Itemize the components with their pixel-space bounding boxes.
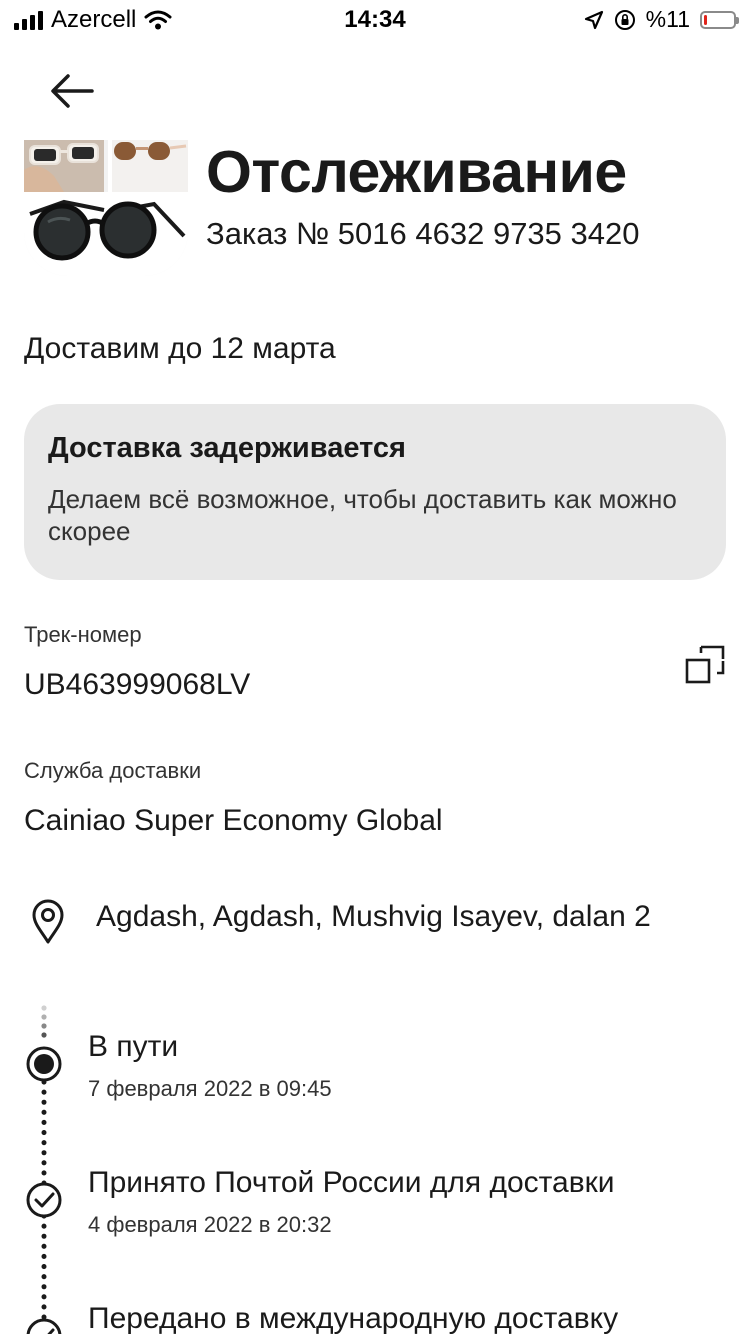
battery-percent: %11 [645,6,690,32]
sunglasses-image [24,140,188,276]
location-pin-icon [32,899,64,944]
status-bar-right: %11 [584,6,739,33]
tracking-timeline: В пути 7 февраля 2022 в 09:45 Принято По… [0,990,750,1335]
copy-button[interactable] [684,644,726,686]
battery-icon [700,10,739,29]
carrier-name-value: Cainiao Super Economy Global [24,804,443,837]
event-title: Принято Почтой России для доставки [88,1166,615,1199]
event-date: 7 февраля 2022 в 09:45 [88,1076,332,1101]
address-text: Agdash, Agdash, Mushvig Isayev, dalan 2 [96,900,651,933]
timeline-marker-current [26,1046,62,1082]
back-button[interactable] [44,68,100,114]
status-bar: Azercell 14:34 %11 [0,0,750,42]
tracking-number[interactable]: UB463999068LV [24,668,250,702]
location-arrow-icon [584,10,603,29]
tracking-label: Трек-номер [24,622,142,647]
page-title: Отслеживание [206,139,627,205]
order-number: Заказ № 5016 4632 9735 3420 [206,216,640,251]
orientation-lock-icon [614,9,635,30]
battery-level [704,14,707,25]
copy-icon [685,645,725,684]
delay-notice-title: Доставка задерживается [48,432,406,464]
timeline-track [26,1005,62,1334]
product-image[interactable] [24,140,188,276]
delay-notice-text: Делаем всё возможное, чтобы доставить ка… [48,484,677,546]
delay-notice-card: Доставка задерживается Делаем всё возмож… [24,404,726,580]
delivery-estimate: Доставим до 12 марта [24,332,336,365]
check-circle-icon [26,1182,62,1218]
event-date: 4 февраля 2022 в 20:32 [88,1212,332,1237]
event-title: В пути [88,1030,179,1063]
delivery-address: Agdash, Agdash, Mushvig Isayev, dalan 2 [24,894,726,946]
check-circle-icon [26,1318,62,1334]
event-title: Передано в международную доставку [88,1302,619,1335]
carrier-label: Служба доставки [24,758,202,783]
arrow-left-icon [51,74,94,108]
